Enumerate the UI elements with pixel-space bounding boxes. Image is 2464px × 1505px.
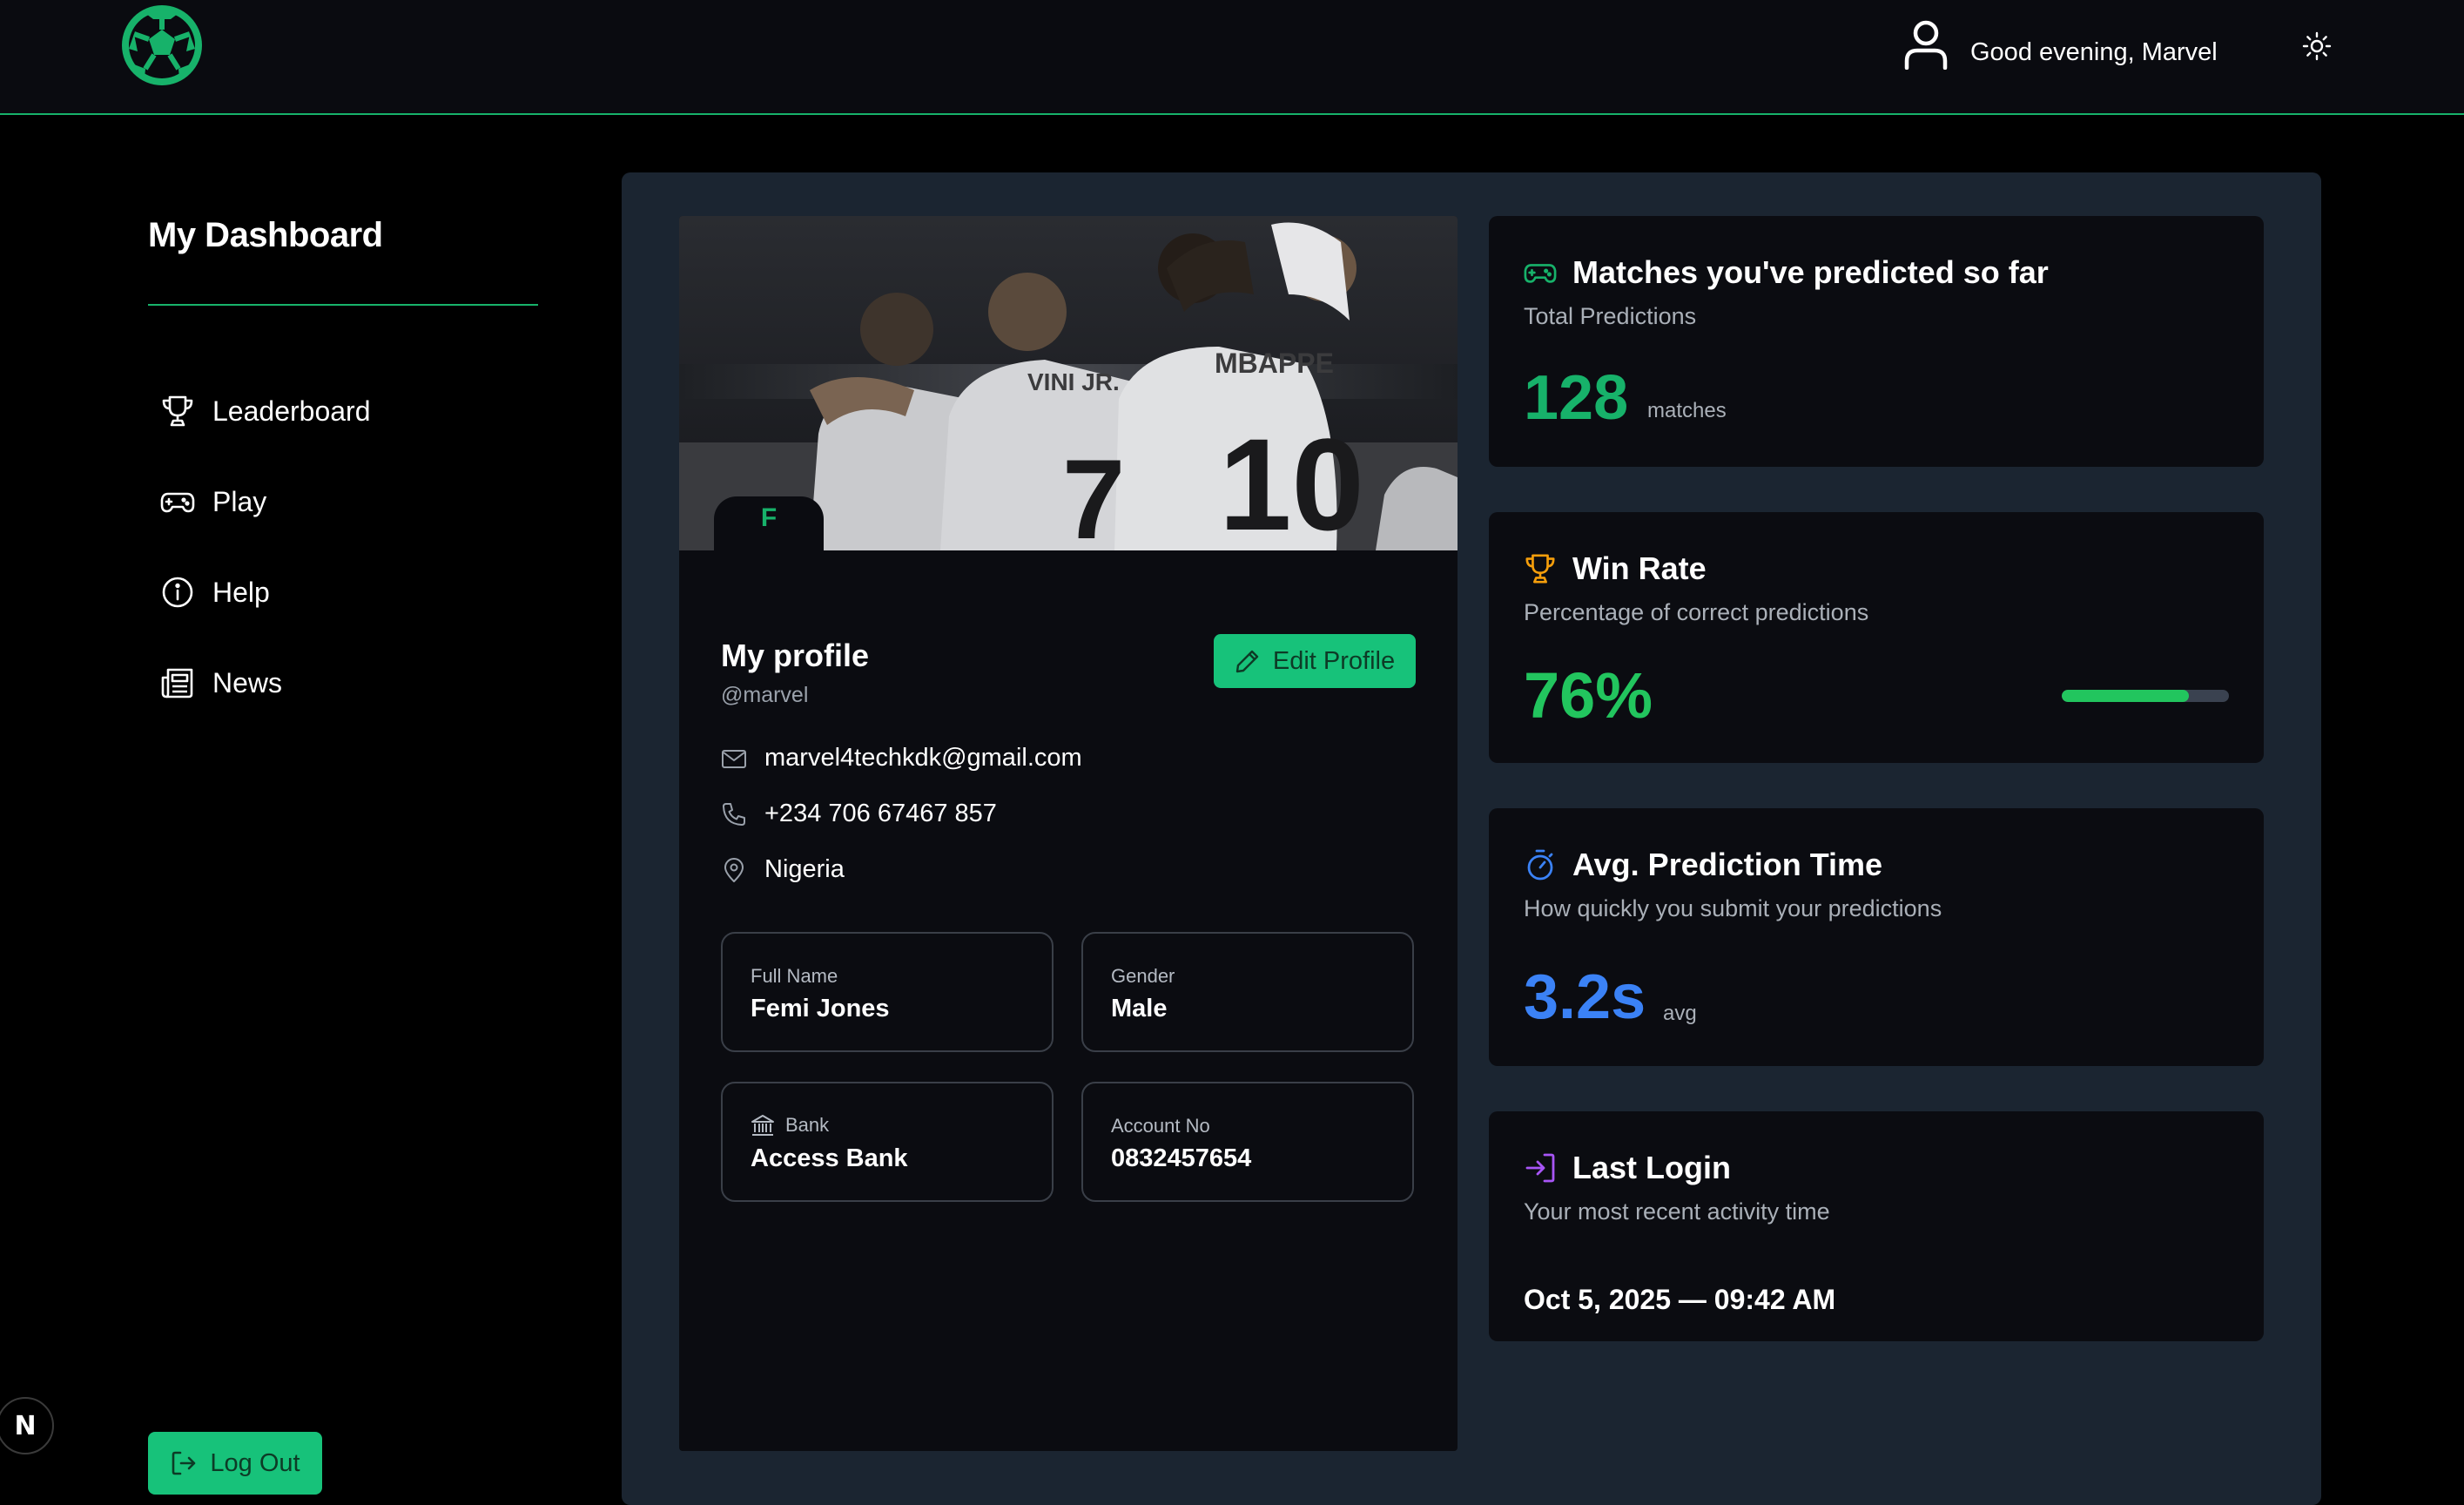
logout-button[interactable]: Log Out xyxy=(148,1432,322,1495)
field-label: Account No xyxy=(1111,1115,1210,1137)
sidebar-item-label: Help xyxy=(212,576,270,608)
sidebar-item-label: Leaderboard xyxy=(212,395,371,427)
card-subtitle: Your most recent activity time xyxy=(1524,1198,1830,1225)
login-icon xyxy=(1524,1151,1557,1184)
card-subtitle: Percentage of correct predictions xyxy=(1524,599,1869,625)
gamepad-icon xyxy=(1524,256,1557,289)
theme-toggle-sun-icon[interactable] xyxy=(2302,31,2332,61)
newspaper-icon xyxy=(160,665,195,700)
top-header: Good evening, Marvel xyxy=(0,0,2464,115)
map-pin-icon xyxy=(721,857,747,883)
card-title: Avg. Prediction Time xyxy=(1572,847,1883,882)
profile-title: My profile xyxy=(721,638,870,673)
profile-location-row: Nigeria xyxy=(721,855,845,884)
field-value: Femi Jones xyxy=(751,995,890,1022)
field-value: 0832457654 xyxy=(1111,1144,1252,1172)
logout-label: Log Out xyxy=(210,1448,300,1477)
bank-icon xyxy=(751,1113,775,1137)
card-subtitle: Total Predictions xyxy=(1524,303,1697,329)
sidebar-item-help[interactable]: Help xyxy=(160,568,270,617)
gamepad-icon xyxy=(160,484,195,519)
sidebar-item-label: Play xyxy=(212,485,267,517)
card-title: Win Rate xyxy=(1572,550,1707,586)
sidebar-divider xyxy=(148,304,538,306)
matches-unit: matches xyxy=(1647,399,1727,422)
field-value: Access Bank xyxy=(751,1144,908,1172)
sidebar-title: My Dashboard xyxy=(148,216,383,254)
field-label: Full Name xyxy=(751,965,838,987)
logout-icon xyxy=(170,1449,198,1477)
mail-icon xyxy=(721,746,747,772)
svg-text:MBAPPE: MBAPPE xyxy=(1215,348,1334,379)
gender-field: Gender Male xyxy=(1081,932,1414,1052)
trophy-icon xyxy=(160,394,195,429)
matches-count: 128 xyxy=(1524,363,1629,433)
win-rate-value: 76% xyxy=(1524,659,1653,732)
info-icon xyxy=(160,575,195,610)
svg-text:VINI JR.: VINI JR. xyxy=(1027,368,1120,395)
stopwatch-icon xyxy=(1524,848,1557,881)
matches-predicted-card: Matches you've predicted so far Total Pr… xyxy=(1489,216,2264,467)
phone-icon xyxy=(721,801,747,827)
edit-profile-label: Edit Profile xyxy=(1272,646,1396,675)
bank-field: Bank Access Bank xyxy=(721,1082,1054,1202)
trophy-icon xyxy=(1524,552,1557,585)
win-rate-progress-bar xyxy=(2062,690,2229,702)
avg-prediction-time-card: Avg. Prediction Time How quickly you sub… xyxy=(1489,808,2264,1066)
card-subtitle: How quickly you submit your predictions xyxy=(1524,895,1942,921)
profile-phone: +234 706 67467 857 xyxy=(764,800,997,827)
last-login-value: Oct 5, 2025 — 09:42 AM xyxy=(1524,1284,1836,1315)
field-label: Gender xyxy=(1111,965,1175,987)
pencil-icon xyxy=(1235,648,1261,674)
field-value: Male xyxy=(1111,995,1168,1022)
account-number-field: Account No 0832457654 xyxy=(1081,1082,1414,1202)
win-rate-card: Win Rate Percentage of correct predictio… xyxy=(1489,512,2264,763)
soccer-ball-logo-icon[interactable] xyxy=(120,3,204,87)
win-rate-progress-fill xyxy=(2062,690,2189,702)
sidebar-item-label: News xyxy=(212,666,283,699)
sidebar-item-leaderboard[interactable]: Leaderboard xyxy=(160,387,370,435)
avatar: F xyxy=(714,496,824,566)
framework-badge[interactable]: N xyxy=(0,1397,54,1454)
avg-time-value: 3.2s xyxy=(1524,962,1646,1032)
profile-phone-row: +234 706 67467 857 xyxy=(721,800,997,828)
svg-text:7: 7 xyxy=(1062,435,1125,550)
profile-card: 10 7 MBAPPE VINI JR. F My profile @marve… xyxy=(679,216,1458,1451)
last-login-card: Last Login Your most recent activity tim… xyxy=(1489,1111,2264,1341)
greeting-text: Good evening, Marvel xyxy=(1970,38,2218,66)
profile-email-row: marvel4techkdk@gmail.com xyxy=(721,744,1082,773)
card-title: Matches you've predicted so far xyxy=(1572,254,2049,290)
svg-text:10: 10 xyxy=(1219,411,1364,550)
field-label: Bank xyxy=(785,1114,830,1136)
edit-profile-button[interactable]: Edit Profile xyxy=(1214,634,1416,688)
profile-location: Nigeria xyxy=(764,855,845,883)
profile-email: marvel4techkdk@gmail.com xyxy=(764,744,1082,772)
sidebar-item-news[interactable]: News xyxy=(160,658,282,707)
user-icon[interactable] xyxy=(1903,19,1949,70)
profile-handle: @marvel xyxy=(721,683,809,707)
avg-time-unit: avg xyxy=(1663,1002,1697,1025)
sidebar-item-play[interactable]: Play xyxy=(160,477,266,526)
full-name-field: Full Name Femi Jones xyxy=(721,932,1054,1052)
card-title: Last Login xyxy=(1572,1150,1731,1185)
